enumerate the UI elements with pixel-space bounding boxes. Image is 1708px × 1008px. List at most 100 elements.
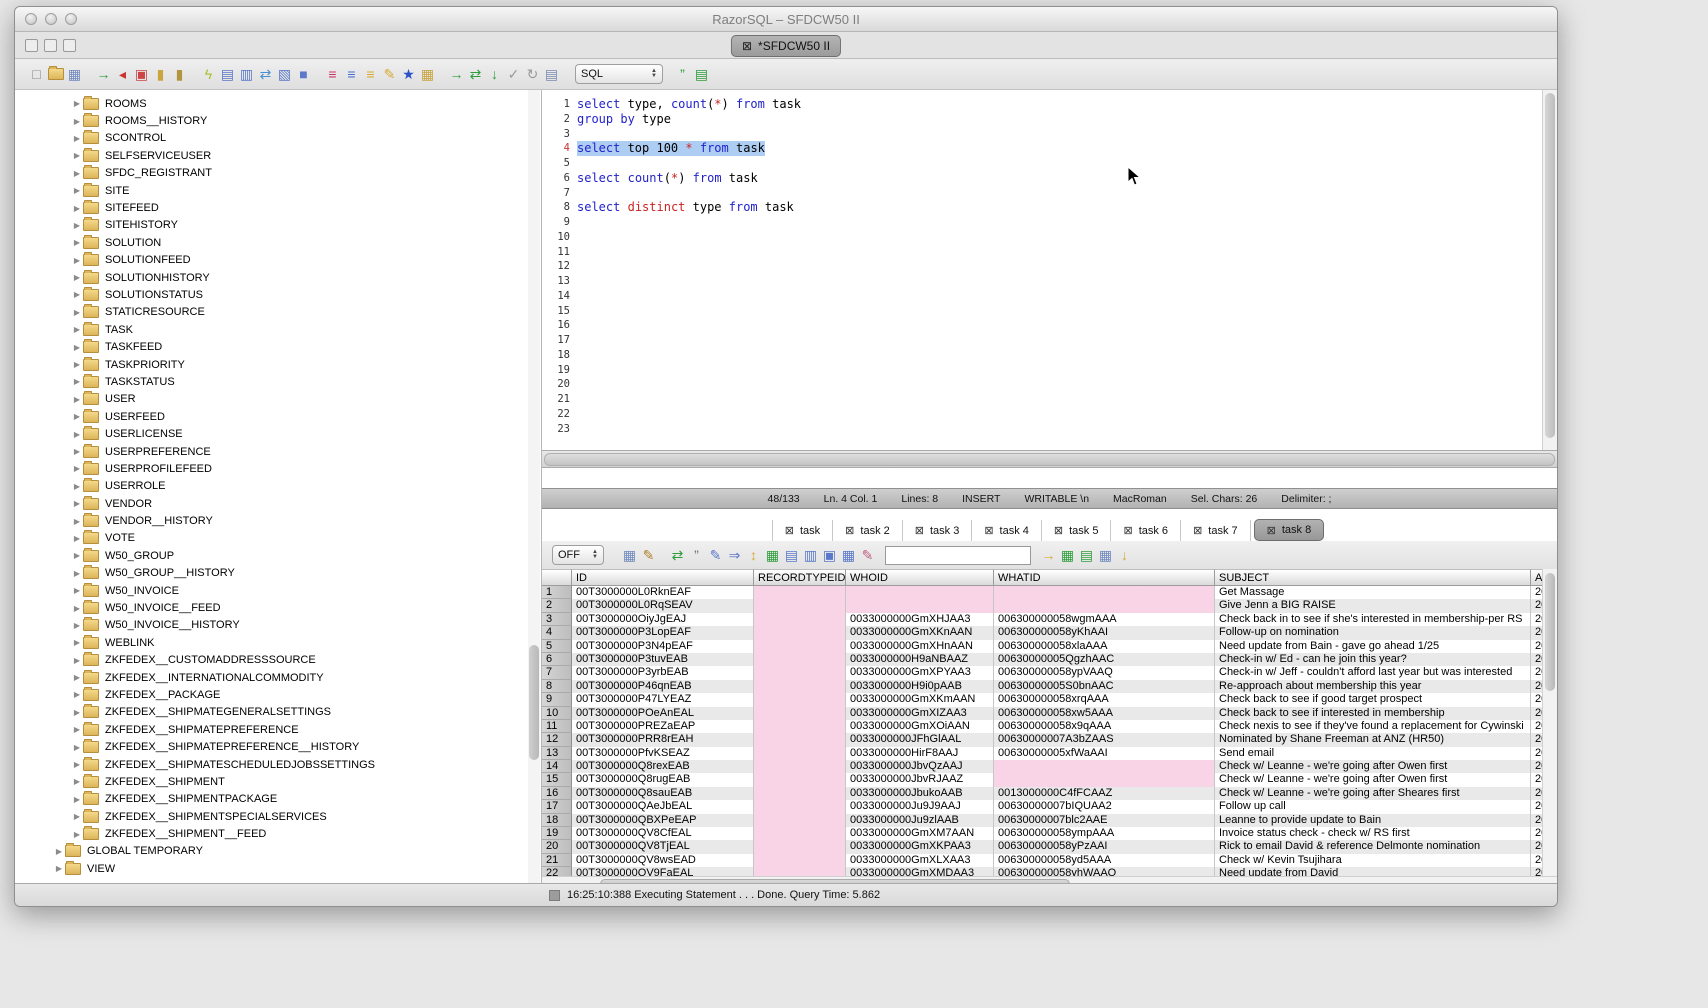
cell-subject[interactable]: Need update from David <box>1215 867 1531 876</box>
row-number-cell[interactable]: 6 <box>542 653 572 666</box>
cell-id[interactable]: 00T3000000Q8sauEAB <box>572 787 754 800</box>
new-db-object-icon[interactable]: ▮ <box>151 65 170 83</box>
database-icon[interactable]: ▮ <box>170 65 189 83</box>
cell-whatid[interactable]: 006300000058yhWAAQ <box>994 867 1215 876</box>
cell-whatid[interactable]: 00630000005S0bnAAC <box>994 680 1215 693</box>
cell-recordtypeid[interactable] <box>754 720 846 733</box>
disclosure-triangle-icon[interactable]: ▶ <box>71 621 83 630</box>
close-tab-icon[interactable]: ⊠ <box>1267 524 1276 537</box>
row-limit-select[interactable]: OFF ▲▼ <box>552 545 604 565</box>
table-row[interactable]: 1500T3000000Q8rugEAB0033000000JbvRJAAZCh… <box>542 773 1543 786</box>
editor-line-11[interactable]: 11 <box>542 245 1543 260</box>
editor-line-21[interactable]: 21 <box>542 392 1543 407</box>
cell-recordtypeid[interactable] <box>754 613 846 626</box>
editor-line-20[interactable]: 20 <box>542 377 1543 392</box>
tree-item-w50_invoice__history[interactable]: ▶W50_INVOICE__HISTORY <box>15 617 541 634</box>
export-table-icon[interactable]: ▦ <box>418 65 437 83</box>
favorites-star-icon[interactable]: ★ <box>399 65 418 83</box>
edit-cell-icon[interactable]: ✎ <box>706 546 725 564</box>
cell-id[interactable]: 00T3000000OiyJgEAJ <box>572 613 754 626</box>
cell-whatid[interactable]: 00630000007bIQUAA2 <box>994 800 1215 813</box>
column-header-id[interactable]: ID <box>572 569 754 586</box>
cell-subject[interactable]: Invoice status check - check w/ RS first <box>1215 827 1531 840</box>
disclosure-triangle-icon[interactable]: ▶ <box>71 760 83 769</box>
editor-line-12[interactable]: 12 <box>542 259 1543 274</box>
tree-item-userpreference[interactable]: ▶USERPREFERENCE <box>15 443 541 460</box>
editor-horizontal-scrollbar[interactable] <box>542 450 1557 468</box>
tree-item-w50_invoice[interactable]: ▶W50_INVOICE <box>15 582 541 599</box>
tree-item-rooms__history[interactable]: ▶ROOMS__HISTORY <box>15 112 541 129</box>
cell-subject[interactable]: Send email <box>1215 747 1531 760</box>
row-number-cell[interactable]: 21 <box>542 854 572 867</box>
cell-whoid[interactable]: 0033000000GmXLXAA3 <box>846 854 994 867</box>
cell-whatid[interactable] <box>994 586 1215 599</box>
import-data-icon[interactable]: ⇄ <box>256 65 275 83</box>
table-row[interactable]: 1100T3000000PREZaEAP0033000000GmXOiAAN00… <box>542 720 1543 733</box>
cell-whatid[interactable]: 006300000058wgmAAA <box>994 613 1215 626</box>
disclosure-triangle-icon[interactable]: ▶ <box>71 186 83 195</box>
disclosure-triangle-icon[interactable]: ▶ <box>71 551 83 560</box>
row-number-cell[interactable]: 4 <box>542 626 572 639</box>
cell-subject[interactable]: Follow-up on nomination <box>1215 626 1531 639</box>
disclosure-triangle-icon[interactable]: ▶ <box>71 534 83 543</box>
cell-recordtypeid[interactable] <box>754 840 846 853</box>
tree-item-view[interactable]: ▶VIEW <box>15 860 541 877</box>
new-file-icon[interactable]: □ <box>27 65 46 83</box>
cell-whatid[interactable]: 006300000058yKhAAI <box>994 626 1215 639</box>
disclosure-triangle-icon[interactable]: ▶ <box>71 743 83 752</box>
tree-item-zkfedex__shipmatepreference[interactable]: ▶ZKFEDEX__SHIPMATEPREFERENCE <box>15 721 541 738</box>
row-number-cell[interactable]: 13 <box>542 747 572 760</box>
editor-line-4[interactable]: 4select top 100 * from task <box>542 141 1543 156</box>
cell-recordtypeid[interactable] <box>754 773 846 786</box>
disconnect-db-icon[interactable]: ◂ <box>113 65 132 83</box>
copy-rows-icon[interactable]: ▣ <box>820 546 839 564</box>
cell-whoid[interactable]: 0033000000GmXPYAA3 <box>846 666 994 679</box>
cell-recordtypeid[interactable] <box>754 680 846 693</box>
edit-sql-icon[interactable]: ✎ <box>639 546 658 564</box>
result-tab-task-6[interactable]: ⊠task 6 <box>1111 520 1181 541</box>
row-number-cell[interactable]: 15 <box>542 773 572 786</box>
cell-id[interactable]: 00T3000000QV8wsEAD <box>572 854 754 867</box>
column-header-whoid[interactable]: WHOID <box>846 569 994 586</box>
highlight-pen-icon[interactable]: ✎ <box>858 546 877 564</box>
mdi-control-icon[interactable] <box>63 39 76 52</box>
cell-recordtypeid[interactable] <box>754 733 846 746</box>
editor-line-18[interactable]: 18 <box>542 348 1543 363</box>
results-list-icon[interactable]: ▤ <box>692 65 711 83</box>
result-tab-task-2[interactable]: ⊠task 2 <box>833 520 903 541</box>
sort-updown-icon[interactable]: ↕ <box>744 546 763 564</box>
grid-vertical-scrollbar[interactable] <box>1542 569 1557 876</box>
cell-subject[interactable]: Get Massage <box>1215 586 1531 599</box>
cell-whoid[interactable]: 0033000000GmXKnAAN <box>846 626 994 639</box>
cell-id[interactable]: 00T3000000P3yrbEAB <box>572 666 754 679</box>
db-tools-icon[interactable]: ■ <box>294 65 313 83</box>
cell-whatid[interactable]: 006300000058xlaAAA <box>994 640 1215 653</box>
mdi-control-icon[interactable] <box>25 39 38 52</box>
tree-item-w50_group__history[interactable]: ▶W50_GROUP__HISTORY <box>15 565 541 582</box>
close-tab-icon[interactable]: ⊠ <box>1123 524 1132 537</box>
disclosure-triangle-icon[interactable]: ▶ <box>71 725 83 734</box>
cell-recordtypeid[interactable] <box>754 693 846 706</box>
mdi-window-controls[interactable] <box>25 39 76 52</box>
cell-id[interactable]: 00T3000000P3tuvEAB <box>572 653 754 666</box>
cell-whoid[interactable]: 0033000000JbukoAAB <box>846 787 994 800</box>
disclosure-triangle-icon[interactable]: ▶ <box>71 412 83 421</box>
edit-grid-icon[interactable]: ▦ <box>1058 546 1077 564</box>
cell-id[interactable]: 00T3000000Q8rugEAB <box>572 773 754 786</box>
mdi-control-icon[interactable] <box>44 39 57 52</box>
editor-line-9[interactable]: 9 <box>542 215 1543 230</box>
disclosure-triangle-icon[interactable]: ▶ <box>71 812 83 821</box>
cell-whatid[interactable]: 00630000005xfWaAAI <box>994 747 1215 760</box>
editor-line-19[interactable]: 19 <box>542 363 1543 378</box>
table-row[interactable]: 900T3000000P47LYEAZ0033000000GmXKmAAN006… <box>542 693 1543 706</box>
tree-item-staticresource[interactable]: ▶STATICRESOURCE <box>15 304 541 321</box>
quotes-icon[interactable]: ” <box>687 546 706 564</box>
editor-line-3[interactable]: 3 <box>542 127 1543 142</box>
row-number-cell[interactable]: 22 <box>542 867 572 876</box>
row-number-cell[interactable]: 18 <box>542 814 572 827</box>
tree-item-solutionhistory[interactable]: ▶SOLUTIONHISTORY <box>15 269 541 286</box>
cell-subject[interactable]: Check-in w/ Ed - can he join this year? <box>1215 653 1531 666</box>
table-row[interactable]: 2000T3000000QV8TjEAL0033000000GmXKPAA300… <box>542 840 1543 853</box>
disclosure-triangle-icon[interactable]: ▶ <box>71 464 83 473</box>
doc-view-icon[interactable]: ▥ <box>801 546 820 564</box>
